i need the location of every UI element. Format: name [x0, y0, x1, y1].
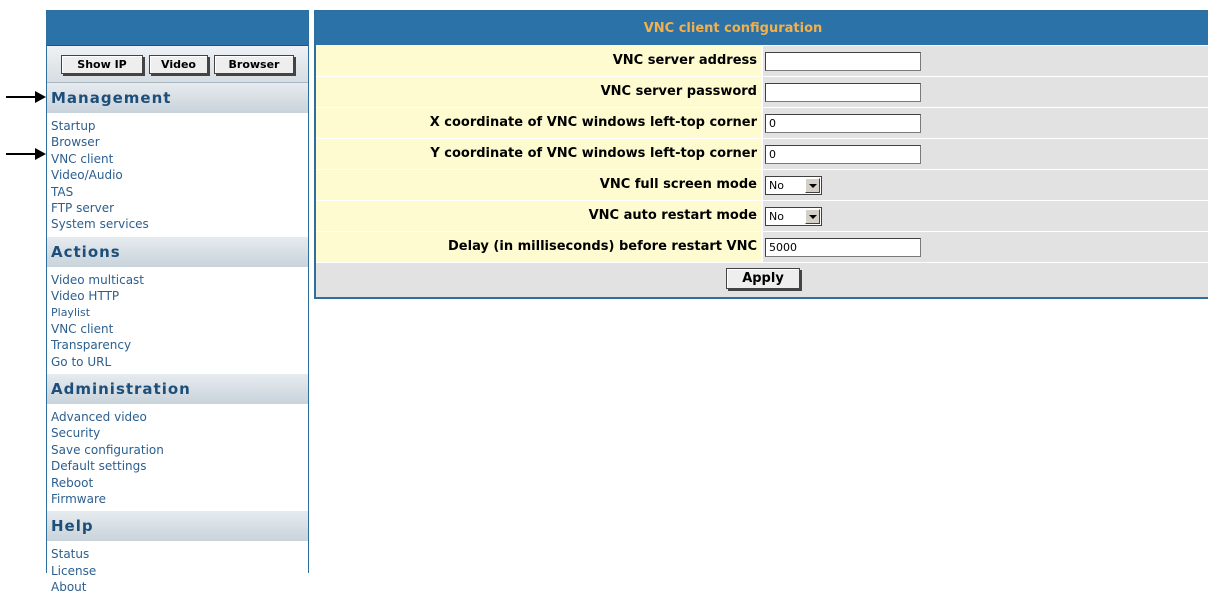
arrow-management-icon: [6, 91, 46, 103]
sidebar-item-video-audio[interactable]: Video/Audio: [47, 167, 308, 183]
sidebar-item-ftp-server[interactable]: FTP server: [47, 200, 308, 216]
section-actions-heading: Actions: [47, 236, 308, 270]
sidebar-item-video-http[interactable]: Video HTTP: [47, 288, 308, 304]
sidebar-item-license[interactable]: License: [47, 563, 308, 579]
full-screen-mode-label: VNC full screen mode: [316, 170, 763, 200]
chevron-down-icon[interactable]: [805, 208, 820, 224]
restart-delay-input[interactable]: [765, 237, 921, 257]
sidebar-item-security[interactable]: Security: [47, 425, 308, 441]
sidebar-button-row: Show IP Video Browser: [47, 46, 308, 83]
auto-restart-mode-label: VNC auto restart mode: [316, 201, 763, 231]
arrow-vnc-client-icon: [6, 148, 46, 160]
administration-list: Advanced video Security Save configurati…: [47, 407, 308, 511]
sidebar-item-playlist[interactable]: Playlist: [47, 305, 308, 321]
help-list: Status License About: [47, 544, 308, 599]
sidebar-item-video-multicast[interactable]: Video multicast: [47, 272, 308, 288]
sidebar-item-transparency[interactable]: Transparency: [47, 337, 308, 353]
video-button[interactable]: Video: [149, 54, 208, 74]
vnc-server-address-label: VNC server address: [316, 46, 763, 76]
sidebar-item-go-to-url[interactable]: Go to URL: [47, 354, 308, 370]
actions-list: Video multicast Video HTTP Playlist VNC …: [47, 270, 308, 374]
form-row: Y coordinate of VNC windows left-top cor…: [316, 138, 1208, 169]
sidebar-item-status[interactable]: Status: [47, 546, 308, 562]
sidebar-item-default-settings[interactable]: Default settings: [47, 458, 308, 474]
vnc-server-address-input[interactable]: [765, 51, 921, 71]
panel-title: VNC client configuration: [316, 12, 1208, 45]
sidebar-header-bar: [47, 11, 308, 46]
sidebar-item-system-services[interactable]: System services: [47, 216, 308, 232]
sidebar-item-firmware[interactable]: Firmware: [47, 491, 308, 507]
form-row: VNC auto restart mode No: [316, 200, 1208, 231]
y-coordinate-label: Y coordinate of VNC windows left-top cor…: [316, 139, 763, 169]
sidebar-item-vnc-client[interactable]: VNC client: [47, 151, 308, 167]
vnc-server-password-input[interactable]: [765, 82, 921, 102]
form-row: Delay (in milliseconds) before restart V…: [316, 231, 1208, 262]
apply-row: Apply: [316, 262, 1208, 293]
browser-button[interactable]: Browser: [214, 54, 294, 74]
form-row: VNC server password: [316, 76, 1208, 107]
form-row: X coordinate of VNC windows left-top cor…: [316, 107, 1208, 138]
vnc-server-password-label: VNC server password: [316, 77, 763, 107]
section-help-heading: Help: [47, 511, 308, 545]
management-list: Startup Browser VNC client Video/Audio T…: [47, 116, 308, 237]
sidebar-item-advanced-video[interactable]: Advanced video: [47, 409, 308, 425]
full-screen-mode-select[interactable]: No: [765, 175, 822, 195]
vnc-config-panel: VNC client configuration VNC server addr…: [314, 10, 1208, 299]
auto-restart-mode-value: No: [769, 209, 784, 223]
form-row: VNC server address: [316, 45, 1208, 76]
sidebar-item-tas[interactable]: TAS: [47, 184, 308, 200]
x-coordinate-input[interactable]: [765, 113, 921, 133]
sidebar-item-about[interactable]: About: [47, 579, 308, 595]
show-ip-button[interactable]: Show IP: [61, 54, 143, 74]
sidebar-item-browser[interactable]: Browser: [47, 134, 308, 150]
chevron-down-icon[interactable]: [805, 177, 820, 193]
sidebar-item-save-configuration[interactable]: Save configuration: [47, 442, 308, 458]
apply-button[interactable]: Apply: [726, 267, 800, 289]
sidebar-item-reboot[interactable]: Reboot: [47, 475, 308, 491]
form-row: VNC full screen mode No: [316, 169, 1208, 200]
sidebar-item-vnc-client-action[interactable]: VNC client: [47, 321, 308, 337]
sidebar: Show IP Video Browser Management Startup…: [46, 10, 309, 594]
full-screen-mode-value: No: [769, 178, 784, 192]
restart-delay-label: Delay (in milliseconds) before restart V…: [316, 232, 763, 262]
x-coordinate-label: X coordinate of VNC windows left-top cor…: [316, 108, 763, 138]
section-management-heading: Management: [47, 83, 308, 116]
section-administration-heading: Administration: [47, 374, 308, 408]
auto-restart-mode-select[interactable]: No: [765, 206, 822, 226]
sidebar-item-startup[interactable]: Startup: [47, 118, 308, 134]
y-coordinate-input[interactable]: [765, 144, 921, 164]
